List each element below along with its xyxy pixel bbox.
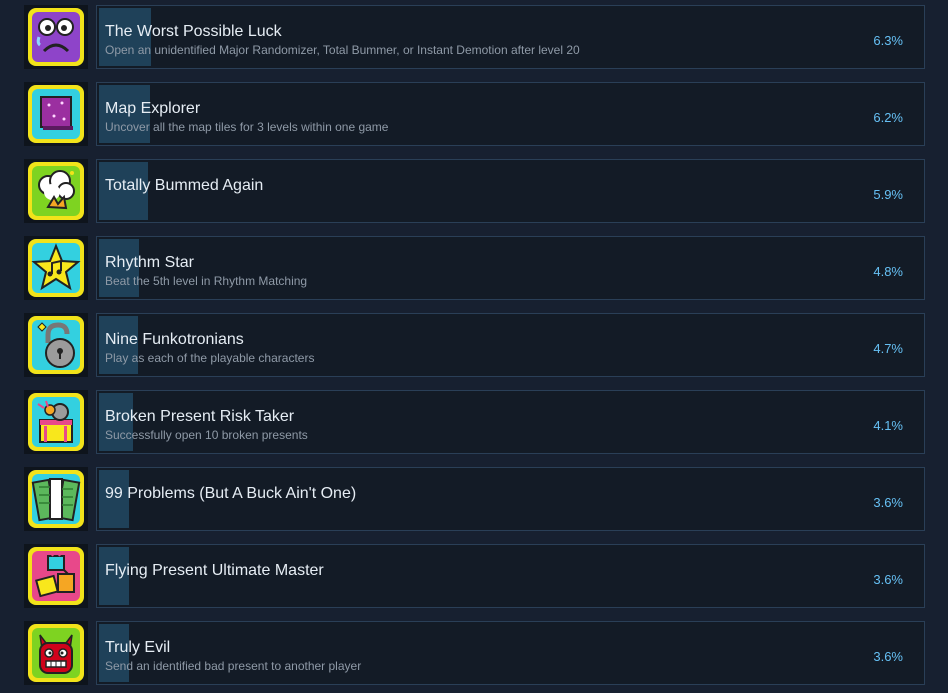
- achievement-title: 99 Problems (But A Buck Ain't One): [105, 485, 357, 502]
- achievement-description: Send an identified bad present to anothe…: [105, 659, 362, 673]
- broken-present-icon: [28, 393, 84, 451]
- unlock-percent: 4.7%: [873, 341, 903, 356]
- achievement-description: Uncover all the map tiles for 3 levels w…: [105, 120, 389, 134]
- achievement-title: Truly Evil: [105, 639, 171, 656]
- red-devil-icon: [28, 624, 84, 682]
- achievement-row[interactable]: Map Explorer Uncover all the map tiles f…: [0, 82, 948, 150]
- achievement-icon-box: [24, 5, 88, 69]
- unlock-percent: 3.6%: [873, 572, 903, 587]
- unlock-percent: 6.2%: [873, 110, 903, 125]
- achievement-description: Open an unidentified Major Randomizer, T…: [105, 43, 580, 57]
- achievement-icon-box: [24, 313, 88, 377]
- padlock-icon: [28, 316, 84, 374]
- achievement-icon-box: [24, 236, 88, 300]
- sad-face-icon: [28, 8, 84, 66]
- achievement-row[interactable]: Nine Funkotronians Play as each of the p…: [0, 313, 948, 381]
- achievement-title: Broken Present Risk Taker: [105, 408, 295, 425]
- achievement-description: Successfully open 10 broken presents: [105, 428, 308, 442]
- achievement-card: Nine Funkotronians Play as each of the p…: [96, 313, 925, 377]
- achievement-title: The Worst Possible Luck: [105, 23, 282, 40]
- achievement-icon-box: [24, 159, 88, 223]
- achievement-row[interactable]: 99 Problems (But A Buck Ain't One) 3.6%: [0, 467, 948, 535]
- achievement-row[interactable]: Rhythm Star Beat the 5th level in Rhythm…: [0, 236, 948, 304]
- achievement-title: Rhythm Star: [105, 254, 194, 271]
- achievement-row[interactable]: Broken Present Risk Taker Successfully o…: [0, 390, 948, 458]
- achievement-card: Truly Evil Send an identified bad presen…: [96, 621, 925, 685]
- achievement-icon-box: [24, 467, 88, 531]
- unlock-percent: 6.3%: [873, 33, 903, 48]
- achievement-title: Flying Present Ultimate Master: [105, 562, 324, 579]
- unlock-percent: 3.6%: [873, 495, 903, 510]
- achievement-title: Map Explorer: [105, 100, 201, 117]
- achievement-title: Totally Bummed Again: [105, 177, 264, 194]
- unlock-percent: 4.1%: [873, 418, 903, 433]
- achievement-icon-box: [24, 621, 88, 685]
- achievement-row[interactable]: The Worst Possible Luck Open an unidenti…: [0, 5, 948, 73]
- unlock-percent: 5.9%: [873, 187, 903, 202]
- achievement-description: Beat the 5th level in Rhythm Matching: [105, 274, 308, 288]
- achievement-card: Totally Bummed Again 5.9%: [96, 159, 925, 223]
- achievement-row[interactable]: Flying Present Ultimate Master 3.6%: [0, 544, 948, 612]
- unlock-percent: 3.6%: [873, 649, 903, 664]
- achievement-card: Broken Present Risk Taker Successfully o…: [96, 390, 925, 454]
- achievement-row[interactable]: Truly Evil Send an identified bad presen…: [0, 621, 948, 689]
- unlock-percent: 4.8%: [873, 264, 903, 279]
- achievement-icon-box: [24, 544, 88, 608]
- achievement-description: Play as each of the playable characters: [105, 351, 315, 365]
- achievement-title: Nine Funkotronians: [105, 331, 244, 348]
- achievement-icon-box: [24, 82, 88, 146]
- money-stack-icon: [28, 470, 84, 528]
- flying-present-icon: [28, 547, 84, 605]
- achievement-card: The Worst Possible Luck Open an unidenti…: [96, 5, 925, 69]
- achievement-icon-box: [24, 390, 88, 454]
- music-star-icon: [28, 239, 84, 297]
- achievement-card: Map Explorer Uncover all the map tiles f…: [96, 82, 925, 146]
- achievement-row[interactable]: Totally Bummed Again 5.9%: [0, 159, 948, 227]
- achievement-card: Rhythm Star Beat the 5th level in Rhythm…: [96, 236, 925, 300]
- map-tile-icon: [28, 85, 84, 143]
- explosion-cloud-icon: [28, 162, 84, 220]
- achievement-card: 99 Problems (But A Buck Ain't One) 3.6%: [96, 467, 925, 531]
- achievement-card: Flying Present Ultimate Master 3.6%: [96, 544, 925, 608]
